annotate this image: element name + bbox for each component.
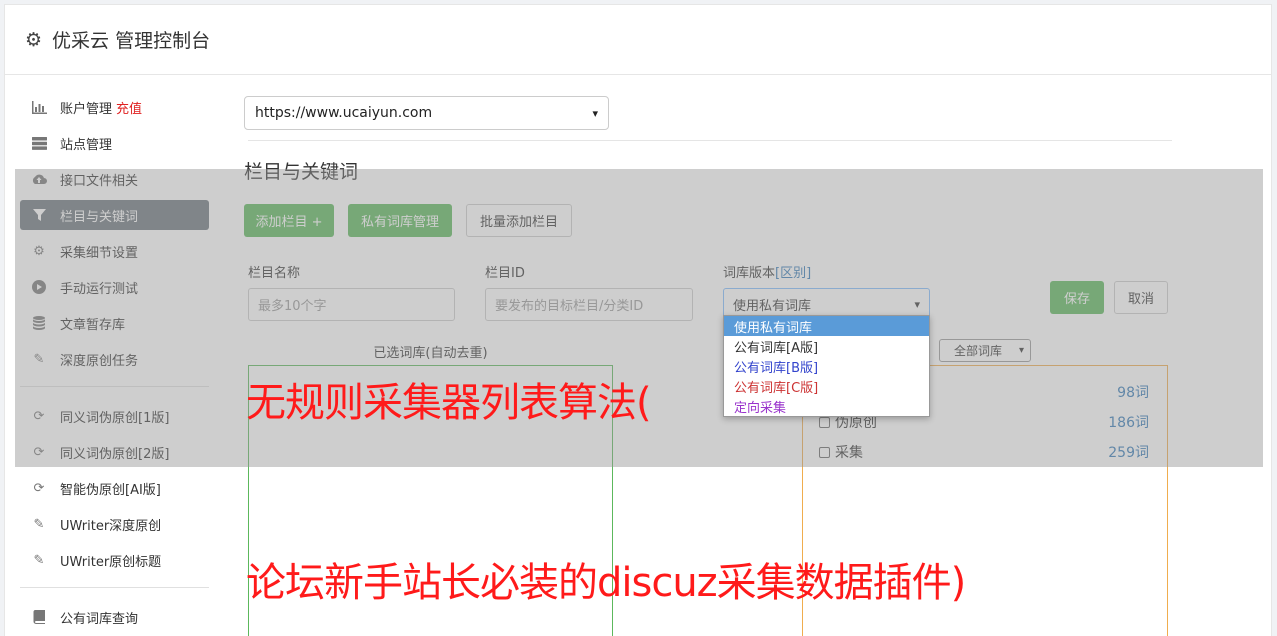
card-header: ⚙ 优采云 管理控制台: [5, 5, 1271, 75]
sidebar-item-uwriter-title[interactable]: ✎ UWriter原创标题: [20, 545, 209, 575]
sidebar-item-label: UWriter深度原创: [60, 518, 162, 534]
server-icon: [31, 135, 47, 151]
bar-chart-icon: [31, 99, 47, 115]
lib-version-dropdown: 使用私有词库 公有词库[A版] 公有词库[B版] 公有词库[C版] 定向采集: [723, 315, 930, 417]
edit-icon: ✎: [33, 516, 45, 532]
edit-icon: ✎: [33, 552, 45, 568]
sidebar-item-ai-rewrite[interactable]: ⟳ 智能伪原创[AI版]: [20, 473, 209, 503]
lib-version-option[interactable]: 定向采集: [724, 396, 929, 416]
sidebar-item-label: 公有词库查询: [60, 611, 139, 627]
site-select[interactable]: https://www.ucaiyun.com ▾: [244, 96, 609, 130]
lib-version-option[interactable]: 公有词库[C版]: [724, 376, 929, 396]
divider: [248, 140, 1172, 141]
page-title: 优采云 管理控制台: [52, 30, 211, 52]
caption-line-2: 论坛新手站长必装的discuz采集数据插件): [246, 560, 966, 606]
chevron-down-icon: ▾: [592, 106, 598, 120]
site-select-value: https://www.ucaiyun.com: [255, 105, 433, 121]
caption-line-1: 无规则采集器列表算法(: [246, 380, 652, 426]
sidebar-item-account[interactable]: 账户管理 充值: [20, 92, 209, 122]
book-icon: [31, 609, 47, 625]
sidebar-item-label: UWriter原创标题: [60, 554, 162, 570]
refresh-icon: ⟳: [33, 480, 45, 496]
sidebar-divider: [20, 587, 209, 588]
sidebar-item-sites[interactable]: 站点管理: [20, 128, 209, 158]
lib-version-option[interactable]: 公有词库[B版]: [724, 356, 929, 376]
sidebar-item-public-lib-query[interactable]: 公有词库查询: [20, 602, 209, 632]
sidebar-item-label: 账户管理: [60, 101, 113, 117]
gear-icon: ⚙: [25, 28, 43, 51]
lib-version-option[interactable]: 使用私有词库: [724, 316, 929, 336]
sidebar-item-label: 站点管理: [60, 137, 113, 153]
recharge-link[interactable]: 充值: [116, 98, 142, 117]
sidebar-item-uwriter-deep[interactable]: ✎ UWriter深度原创: [20, 509, 209, 539]
lib-version-option[interactable]: 公有词库[A版]: [724, 336, 929, 356]
sidebar-item-label: 智能伪原创[AI版]: [60, 482, 161, 498]
